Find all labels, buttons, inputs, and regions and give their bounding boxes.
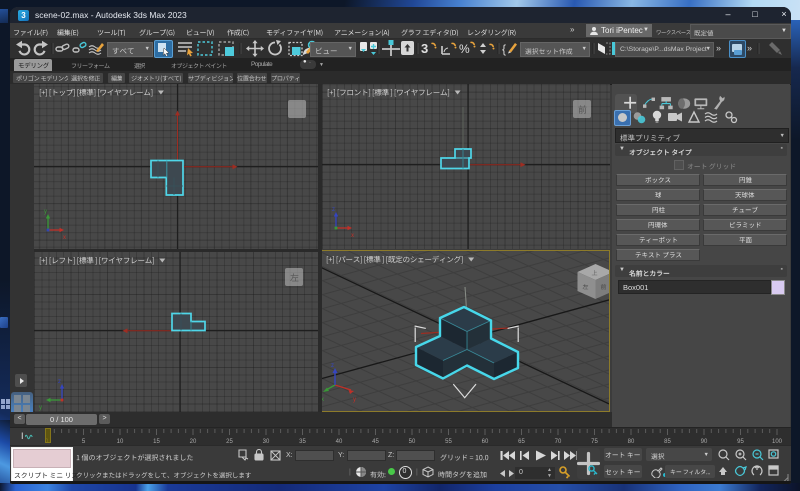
svg-text:z: z — [332, 207, 335, 213]
svg-text:%: % — [459, 42, 470, 56]
svg-text:x: x — [63, 235, 66, 241]
svg-text:y: y — [353, 397, 356, 403]
svg-text:z: z — [331, 363, 334, 369]
svg-text:{: { — [502, 42, 506, 56]
svg-text:z: z — [58, 379, 61, 385]
svg-text:x: x — [351, 233, 354, 239]
svg-text:3: 3 — [421, 41, 428, 56]
svg-text:y: y — [39, 405, 42, 411]
svg-text:y: y — [44, 209, 47, 215]
